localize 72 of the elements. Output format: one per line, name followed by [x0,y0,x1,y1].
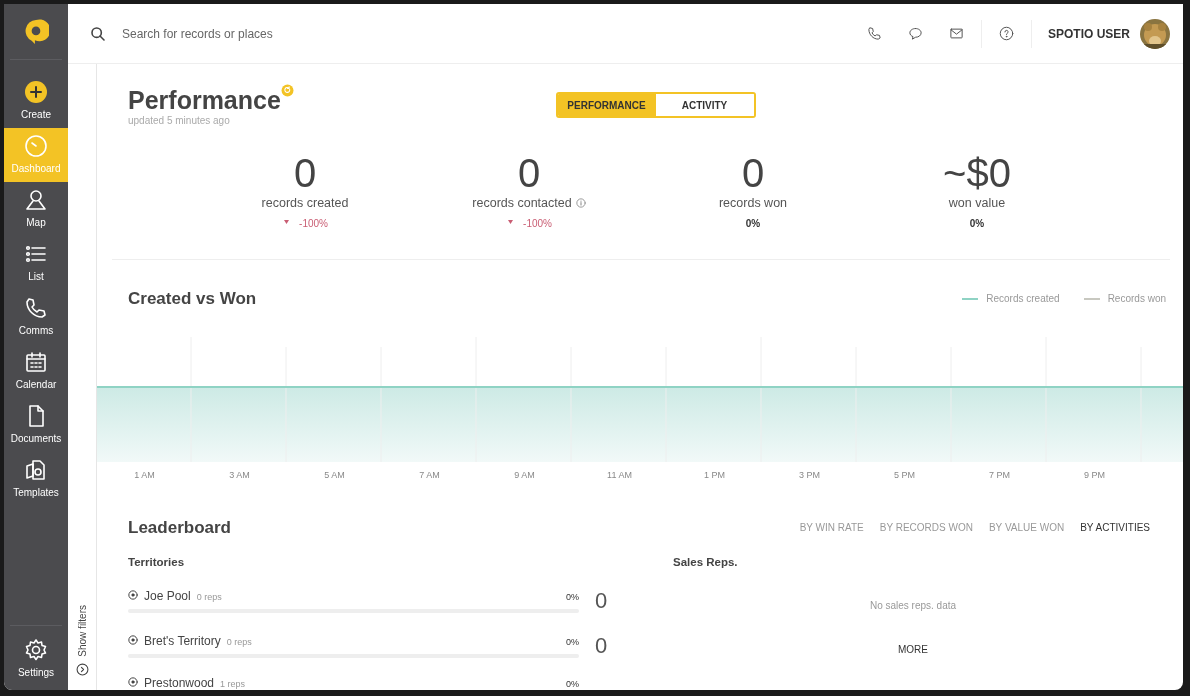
settings-icon [24,638,48,662]
updated-time: updated 5 minutes ago [128,114,231,128]
show-filters-button[interactable]: Show filters [74,605,90,657]
axis-label: 5 PM [893,469,916,483]
gauge-icon [24,134,48,158]
stat-label: records created [261,195,349,212]
map-pin-icon [24,188,48,212]
stat-label: won value [948,195,1006,212]
documents-icon [24,458,48,482]
axis-label: 5 AM [323,469,346,483]
chart-title: Created vs Won [128,287,257,310]
axis-label: 11 AM [606,469,633,483]
territory-name[interactable]: Joe Pool [144,587,191,605]
territory-name[interactable]: Bret's Territory [144,632,221,650]
axis-label: 3 PM [798,469,821,483]
sidebar-item[interactable]: Map [4,182,68,236]
empty-message: No sales reps. data [868,598,958,613]
sidebar-item[interactable]: List [4,236,68,290]
reps-count: 0 reps [196,591,222,604]
section-title: Leaderboard [128,516,231,539]
stat-label: records won [718,195,788,212]
axis-label: 9 AM [513,469,536,483]
sidebar-item[interactable]: Templates [4,452,68,506]
axis-label: 3 AM [228,469,251,483]
sidebar-item[interactable]: Documents [4,398,68,452]
calendar-icon [24,350,48,374]
search-icon [90,25,106,42]
territory-name[interactable]: Prestonwood [144,673,215,690]
sort-tab[interactable]: BY ACTIVITIES [1080,520,1150,535]
stat-value: 0 [292,152,318,194]
axis-label: 1 PM [703,469,726,483]
subsection-title: Territories [128,555,186,571]
territory-score: 0 [595,631,608,660]
phone-icon[interactable] [867,26,882,41]
stat-change: 0% [969,216,985,231]
sidebar-item[interactable]: Calendar [4,344,68,398]
territory-score: 0 [595,586,608,615]
percent-value: 0% [566,636,579,649]
axis-label: 7 PM [988,469,1011,483]
legend-label: Records created [986,292,1060,306]
stat-label: records contacted [472,195,572,212]
stat-change: -100% [523,216,552,231]
stat-change: -100% [299,216,328,231]
mail-icon[interactable] [949,26,964,41]
subsection-title: Sales Reps. [673,555,739,571]
stat-value: ~$0 [942,152,1012,194]
plus-icon [24,80,48,104]
target-icon[interactable] [128,676,138,687]
percent-value: 0% [566,591,579,604]
sidebar-item[interactable]: Create [4,74,68,128]
chevron-circle-icon[interactable] [75,663,89,676]
axis-label: 1 AM [133,469,156,483]
stat-value: 0 [740,152,766,194]
phone-icon [24,296,48,320]
target-icon[interactable] [128,590,138,600]
user-name[interactable]: SPOTIO USER [1048,24,1130,43]
reps-count: 1 reps [220,677,246,690]
axis-label: 9 PM [1083,469,1106,483]
reps-count: 0 reps [226,636,252,649]
sidebar-item[interactable]: Comms [4,290,68,344]
legend-label: Records won [1107,292,1166,306]
page-title: Performance [128,88,281,113]
settings-button[interactable]: Settings [10,632,62,686]
stat-change: 0% [745,216,761,231]
target-icon[interactable] [128,635,138,645]
more-button[interactable]: MORE [892,640,934,658]
percent-value: 0% [566,677,579,690]
help-icon[interactable] [999,26,1014,41]
stat-value: 0 [516,152,542,194]
view-tab[interactable]: PERFORMANCE [557,94,656,116]
chat-icon[interactable] [908,26,923,41]
axis-label: 7 AM [418,469,441,483]
